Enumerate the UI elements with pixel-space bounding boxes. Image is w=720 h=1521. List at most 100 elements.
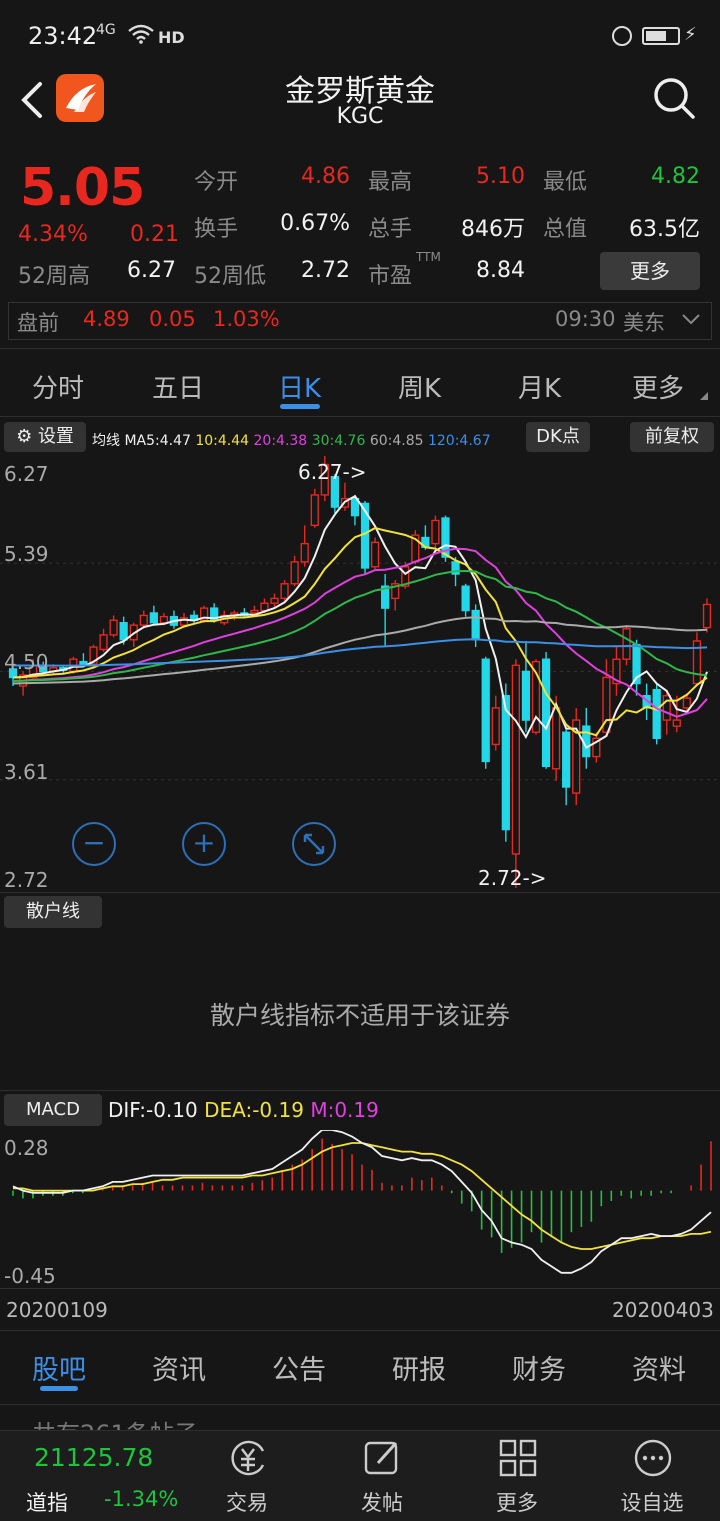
candle-body: [652, 688, 661, 740]
premarket-bar[interactable]: 盘前 4.89 0.05 1.03% 09:30 美东: [8, 302, 712, 340]
tab-weekly-k[interactable]: 周K: [398, 368, 441, 405]
nav-post[interactable]: 发帖: [337, 1437, 427, 1521]
tab-forum[interactable]: 股吧: [32, 1348, 86, 1387]
tab-news[interactable]: 资讯: [152, 1348, 206, 1387]
week52-low-value: 2.72: [301, 258, 350, 283]
nav-add-watchlist[interactable]: 设自选: [607, 1437, 697, 1521]
candle-body: [159, 615, 169, 624]
high-annotation: 6.27->: [298, 460, 367, 484]
candle-body: [280, 583, 289, 600]
candle-body: [471, 609, 480, 641]
tab-five-day[interactable]: 五日: [152, 368, 204, 405]
dk-point-button[interactable]: DK点: [526, 422, 590, 452]
candle-body: [682, 697, 691, 709]
tab-profile[interactable]: 资料: [632, 1348, 686, 1387]
week52-high-value: 6.27: [127, 258, 176, 283]
premarket-label: 盘前: [17, 311, 59, 335]
chevron-down-icon: [681, 311, 701, 330]
candle-body: [511, 664, 521, 855]
open-value: 4.86: [301, 164, 350, 189]
index-value[interactable]: 21125.78: [34, 1443, 153, 1472]
tab-monthly-k[interactable]: 月K: [518, 368, 561, 405]
bottom-nav: 21125.78 道指 -1.34% 交易 发帖 更多 设自选: [0, 1430, 720, 1521]
nav-more-label: 更多: [496, 1491, 538, 1515]
tab-financials[interactable]: 财务: [512, 1348, 566, 1387]
zoom-out-button[interactable]: −: [72, 822, 116, 866]
candle-body: [481, 658, 490, 763]
tab-intraday[interactable]: 分时: [32, 368, 84, 405]
tab-research[interactable]: 研报: [392, 1348, 446, 1387]
candle-body: [119, 622, 128, 641]
tab-more[interactable]: 更多: [632, 368, 684, 405]
premarket-time: 09:30: [555, 307, 616, 331]
price-axis-label: 5.39: [4, 542, 49, 566]
market-cap-value: 63.5亿: [629, 217, 700, 242]
index-change[interactable]: -1.34%: [104, 1487, 178, 1511]
candle-body: [501, 695, 510, 831]
gear-icon: ⚙: [16, 426, 33, 447]
high-label: 最高: [368, 170, 413, 195]
macd-indicator-tab[interactable]: MACD: [4, 1094, 102, 1126]
macd-chart[interactable]: [0, 1130, 720, 1288]
candle-body: [461, 585, 470, 612]
nav-trade[interactable]: 交易: [202, 1437, 292, 1521]
volume-label: 总手: [368, 217, 413, 242]
nav-trade-label: 交易: [226, 1491, 268, 1515]
search-icon[interactable]: [652, 76, 696, 120]
turnover-value: 0.67%: [280, 211, 350, 236]
price-axis-label: 2.72: [4, 868, 49, 892]
candle-body: [562, 731, 571, 788]
compose-icon: [364, 1441, 398, 1475]
sanhu-unavailable-message: 散户线指标不适用于该证券: [209, 1001, 510, 1030]
ma20: 20:4.38: [253, 433, 308, 449]
premarket-percent: 1.03%: [213, 307, 280, 331]
wifi-icon: [128, 24, 154, 48]
settings-button[interactable]: ⚙ 设置: [4, 422, 86, 452]
macd-values: DIF:-0.10 DEA:-0.19 M:0.19: [108, 1098, 379, 1122]
candle-body: [702, 603, 712, 629]
tab-announcements[interactable]: 公告: [272, 1348, 326, 1387]
candle-body: [541, 658, 551, 768]
candle-body: [662, 695, 671, 721]
corner-arrow-icon: [700, 392, 708, 400]
low-value: 4.82: [651, 164, 700, 189]
adjust-button[interactable]: 前复权: [630, 422, 714, 452]
pe-value: 8.84: [476, 258, 525, 283]
stock-ticker: KGC: [336, 104, 384, 129]
price-axis-label: 3.61: [4, 760, 49, 784]
candle-body: [300, 542, 309, 563]
macd-axis-top: 0.28: [4, 1136, 49, 1160]
open-label: 今开: [194, 170, 239, 195]
price-axis-label: 4.50: [4, 650, 49, 674]
start-date: 20200109: [6, 1298, 108, 1322]
zoom-in-button[interactable]: +: [182, 822, 226, 866]
market-cap-label: 总值: [543, 217, 588, 242]
sanhu-indicator-tab[interactable]: 散户线: [4, 896, 102, 928]
macd-dea: DEA:-0.19: [204, 1098, 304, 1122]
dea-line: [13, 1142, 712, 1250]
quote-more-button[interactable]: 更多: [600, 252, 700, 290]
candle-body: [370, 541, 380, 568]
macd-m: M:0.19: [310, 1098, 379, 1122]
premarket-change: 0.05: [149, 307, 196, 331]
hd-badge: HD: [158, 28, 185, 47]
ma30: 30:4.76: [311, 433, 366, 449]
nav-more[interactable]: 更多: [472, 1437, 562, 1521]
price-axis-label: 6.27: [4, 462, 49, 486]
candle-body: [622, 628, 631, 660]
more-dots-icon: [634, 1439, 672, 1477]
volume-value: 846万: [461, 217, 525, 242]
candle-body: [551, 707, 561, 770]
grid-icon: [499, 1439, 537, 1477]
status-time: 23:42: [28, 22, 98, 50]
candle-body: [260, 602, 269, 612]
bottom-tab-indicator: [40, 1386, 78, 1391]
index-name[interactable]: 道指: [26, 1487, 68, 1517]
candle-body: [79, 660, 88, 665]
turnover-label: 换手: [194, 217, 239, 242]
nav-post-label: 发帖: [361, 1491, 403, 1515]
fullscreen-button[interactable]: [292, 822, 336, 866]
tab-daily-k[interactable]: 日K: [278, 368, 321, 405]
status-bar: 23:42 4G HD ⚡: [0, 0, 720, 70]
battery-icon: [642, 27, 680, 45]
